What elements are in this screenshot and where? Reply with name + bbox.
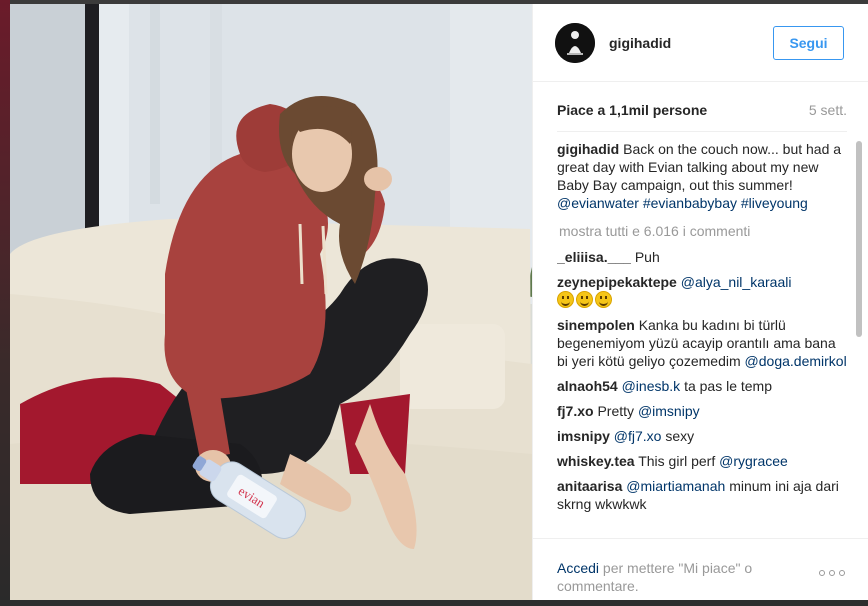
comment-mention[interactable]: @doga.demirkol [745,353,847,369]
comment-text: sexy [665,428,695,444]
smiley-emoji-icon [557,291,574,308]
comment-text: Puh [634,249,660,265]
caption-mention[interactable]: @evianwater [557,195,639,211]
comments-scrollbar[interactable] [855,135,863,538]
instagram-post-page: evian gigihadid Segui Piace a 1,1mil per… [0,0,868,606]
background-edge [0,600,868,606]
comment-mention[interactable]: @alya_nil_karaali [681,274,792,290]
list-item: imsnipy @fj7.xo sexy [557,427,847,445]
list-item: _eliiisa.___ Puh [557,248,847,266]
comment-mention[interactable]: @imsnipy [638,403,700,419]
comment-username[interactable]: imsnipy [557,428,610,444]
list-item: whiskey.tea This girl perf @rygracee [557,452,847,470]
avatar[interactable] [555,23,595,63]
comment-username[interactable]: fj7.xo [557,403,594,419]
likes-count[interactable]: Piace a 1,1mil persone [557,102,707,118]
comment-username[interactable]: zeynepipekaktepe [557,274,677,290]
avatar-icon [555,23,595,63]
post-timestamp[interactable]: 5 sett. [809,102,847,118]
divider [557,131,847,132]
background-edge [0,0,10,606]
comments-list[interactable]: gigihadid Back on the couch now... but h… [557,140,847,535]
login-link[interactable]: Accedi [557,560,599,576]
list-item: zeynepipekaktepe @alya_nil_karaali [557,273,847,309]
smiley-emoji-icon [595,291,612,308]
comment-mention[interactable]: @rygracee [719,453,788,469]
likes-row: Piace a 1,1mil persone 5 sett. [557,102,847,122]
list-item: anitaarisa @miartiamanah minum ini aja d… [557,477,847,513]
comment-text: ta pas le temp [684,378,772,394]
comment-username[interactable]: anitaarisa [557,478,622,494]
caption-username[interactable]: gigihadid [557,141,619,157]
more-options-icon[interactable] [819,569,847,577]
list-item: alnaoh54 @inesb.k ta pas le temp [557,377,847,395]
scrollbar-thumb[interactable] [856,141,862,337]
list-item: fj7.xo Pretty @imsnipy [557,402,847,420]
post-details-panel: gigihadid Segui Piace a 1,1mil persone 5… [532,4,868,602]
comment-username[interactable]: sinempolen [557,317,635,333]
post-footer: Accedi per mettere "Mi piace" o commenta… [533,538,868,602]
comment-username[interactable]: alnaoh54 [557,378,618,394]
caption: gigihadid Back on the couch now... but h… [557,140,847,212]
post-photo[interactable]: evian [10,4,532,602]
photo-illustration: evian [10,4,532,602]
comment-text: This girl perf [638,453,716,469]
comment-username[interactable]: _eliiisa.___ [557,249,631,265]
caption-hashtag[interactable]: #evianbabybay [643,195,737,211]
smiley-emoji-icon [576,291,593,308]
list-item: sinempolen Kanka bu kadını bi türlü bege… [557,316,847,370]
post-username[interactable]: gigihadid [609,35,671,51]
comment-mention[interactable]: @fj7.xo [614,428,662,444]
post-header: gigihadid Segui [533,4,868,82]
follow-button[interactable]: Segui [773,26,844,60]
show-all-comments-link[interactable]: mostra tutti e 6.016 i commenti [557,222,847,240]
comment-mention[interactable]: @inesb.k [622,378,681,394]
login-prompt: Accedi per mettere "Mi piace" o commenta… [557,559,797,595]
comment-username[interactable]: whiskey.tea [557,453,635,469]
comment-mention[interactable]: @miartiamanah [626,478,725,494]
comment-text: Pretty [597,403,635,419]
caption-hashtag[interactable]: #liveyoung [741,195,808,211]
